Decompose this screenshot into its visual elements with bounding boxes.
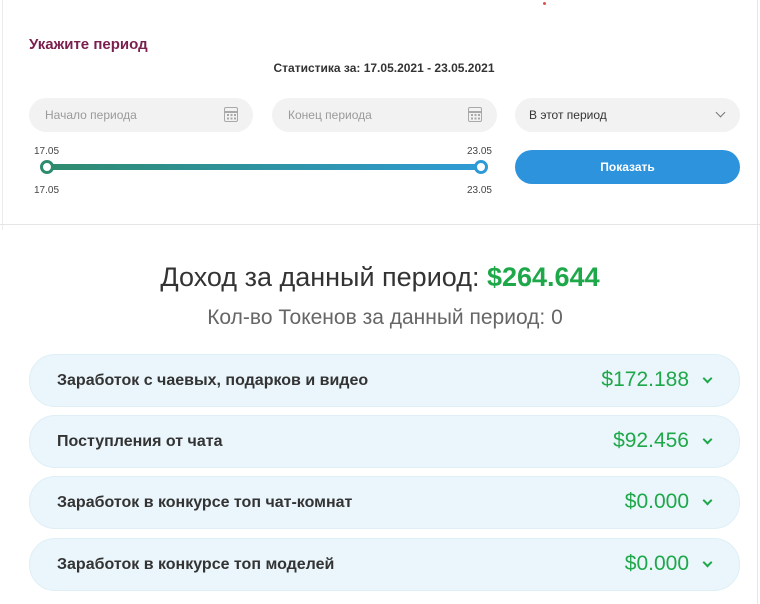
end-date-placeholder: Конец периода [288, 108, 372, 122]
income-label: Доход за данный период: [160, 262, 480, 292]
earnings-row-label: Поступления от чата [57, 433, 223, 450]
slider-top-right-label: 23.05 [466, 146, 492, 157]
earnings-row-chat[interactable]: Поступления от чата $92.456 [29, 415, 740, 468]
chevron-down-icon[interactable] [702, 373, 713, 384]
period-filter-panel: Укажите период Статистика за: 17.05.2021… [0, 0, 760, 225]
slider-track[interactable] [46, 164, 482, 170]
show-button[interactable]: Показать [515, 150, 740, 184]
slider-end-handle[interactable] [474, 160, 488, 174]
earnings-row-label: Заработок в конкурсе топ чат-комнат [57, 494, 353, 511]
earnings-row-tips[interactable]: Заработок с чаевых, подарков и видео $17… [29, 354, 740, 407]
chevron-down-icon[interactable] [702, 434, 713, 445]
start-date-input[interactable]: Начало периода [29, 98, 253, 132]
earnings-row-amount: $0.000 [624, 552, 689, 575]
earnings-row-amount: $172.188 [601, 368, 689, 391]
period-select-value: В этот период [529, 108, 607, 122]
earnings-row-label: Заработок в конкурсе топ моделей [57, 556, 335, 573]
stats-page: Укажите период Статистика за: 17.05.2021… [0, 0, 760, 604]
slider-bottom-right-label: 23.05 [466, 185, 492, 196]
earnings-row-amount: $92.456 [613, 429, 689, 452]
slider-bottom-left-label: 17.05 [34, 185, 60, 196]
slider-top-left-label: 17.05 [34, 146, 60, 157]
period-title: Укажите период [29, 36, 148, 53]
chevron-down-icon[interactable] [702, 495, 713, 506]
stats-range-text: Статистика за: 17.05.2021 - 23.05.2021 [273, 61, 495, 75]
chevron-down-icon[interactable] [702, 557, 713, 568]
slider-start-handle[interactable] [40, 160, 54, 174]
earnings-row-top-chatrooms[interactable]: Заработок в конкурсе топ чат-комнат $0.0… [29, 476, 740, 529]
earnings-row-amount: $0.000 [624, 490, 689, 513]
chevron-down-icon [715, 107, 726, 118]
end-date-input[interactable]: Конец периода [272, 98, 497, 132]
calendar-icon[interactable] [468, 107, 482, 122]
earnings-row-label: Заработок с чаевых, подарков и видео [57, 372, 369, 389]
period-select[interactable]: В этот период [515, 98, 740, 132]
start-date-placeholder: Начало периода [45, 108, 137, 122]
earnings-row-top-models[interactable]: Заработок в конкурсе топ моделей $0.000 [29, 538, 740, 591]
date-range-slider[interactable]: 17.05 23.05 17.05 23.05 [34, 140, 492, 200]
income-heading: Доход за данный период: $264.644 [0, 262, 760, 293]
tokens-heading: Кол-во Токенов за данный период: 0 [207, 306, 563, 329]
calendar-icon[interactable] [224, 107, 238, 122]
income-amount: $264.644 [486, 262, 600, 292]
